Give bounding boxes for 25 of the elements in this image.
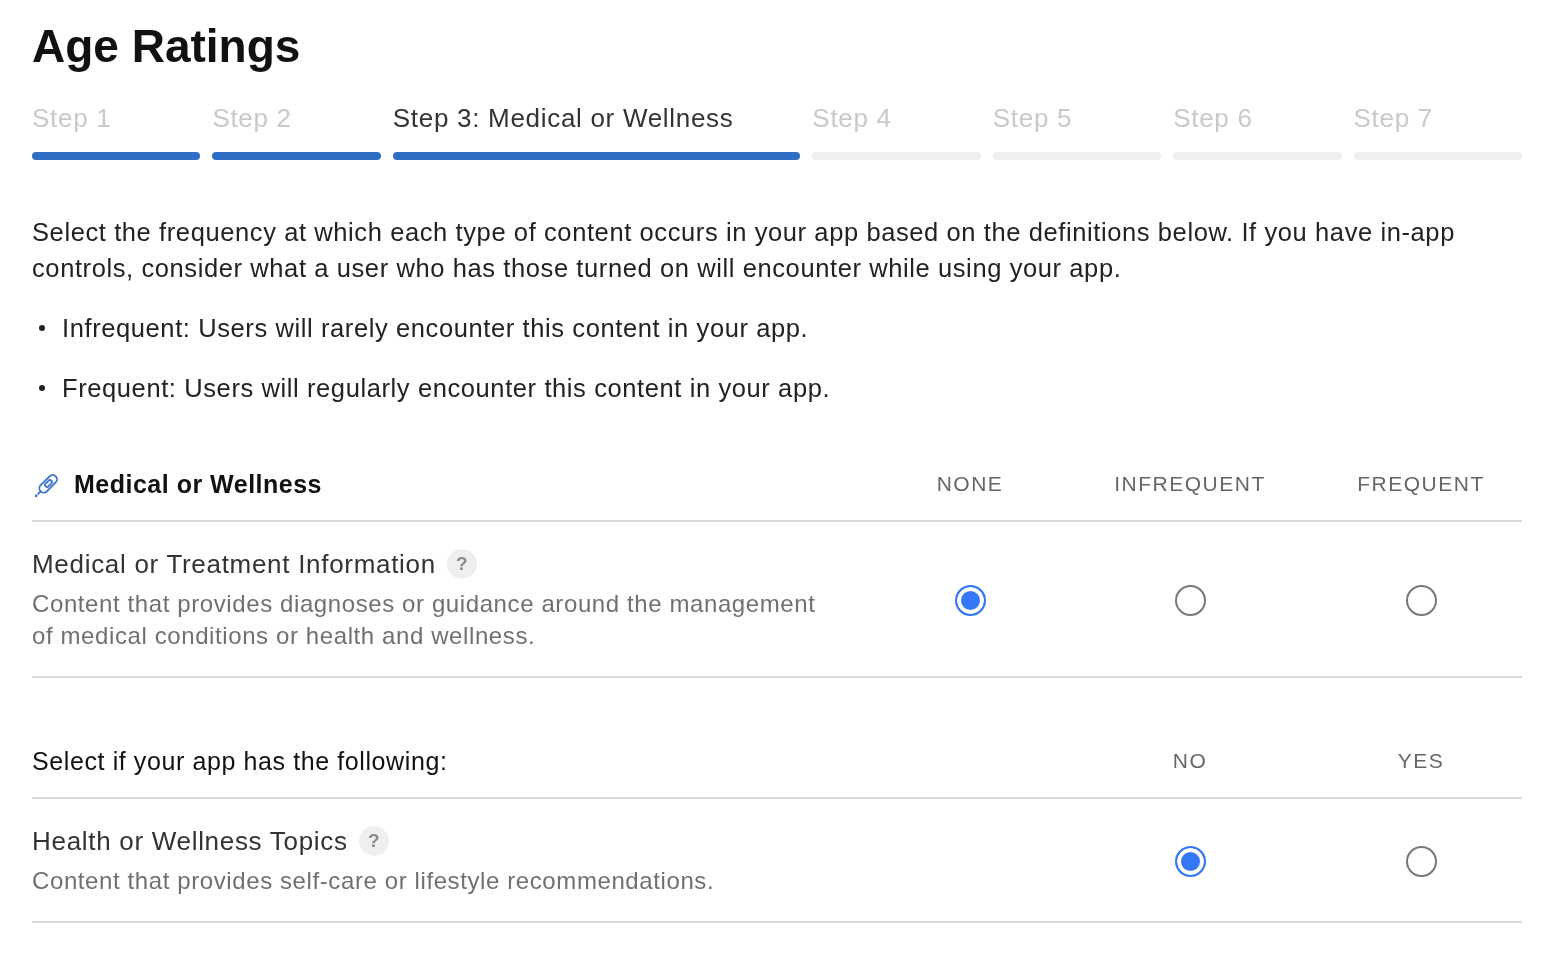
column-header: INFREQUENT: [1114, 471, 1266, 497]
help-button[interactable]: ?: [446, 549, 477, 579]
page-title: Age Ratings: [32, 19, 302, 74]
row-description: Content that provides self-care or lifestyle recommendations.: [32, 866, 716, 896]
help-button[interactable]: ?: [358, 826, 389, 856]
bullet-text: Frequent: Users will regularly encounter this content in your app.: [62, 373, 831, 404]
radio-button[interactable]: [1405, 584, 1437, 616]
instructions-text: Select the frequency at which each type of content occurs in your app based on the definitions below. If you have in-app controls, consider what a user who has those turned on will encounter while using your app.: [32, 217, 1456, 284]
row-description: Content that provides diagnoses or guidance around the management of medical conditions or health and wellness.: [32, 589, 817, 651]
column-header: NONE: [936, 471, 1004, 497]
radio-button[interactable]: [1174, 584, 1206, 616]
section-title: Medical or Wellness: [74, 469, 322, 500]
column-header: YES: [1397, 748, 1445, 774]
radio-button[interactable]: [1405, 845, 1437, 877]
section-question: Select if your app has the following:: [32, 747, 448, 775]
radio-button[interactable]: [1174, 845, 1206, 877]
bullet-text: Infrequent: Users will rarely encounter this content in your app.: [62, 313, 809, 344]
bullet-icon: [39, 325, 45, 331]
bullet-icon: [39, 385, 45, 391]
column-header: FREQUENT: [1357, 471, 1485, 497]
radio-button[interactable]: [954, 584, 986, 616]
row-title: Health or Wellness Topics: [32, 825, 348, 857]
row-title: Medical or Treatment Information: [32, 548, 436, 580]
column-header: NO: [1172, 748, 1208, 774]
step-label: Step 3: Medical or Wellness: [392, 102, 735, 134]
